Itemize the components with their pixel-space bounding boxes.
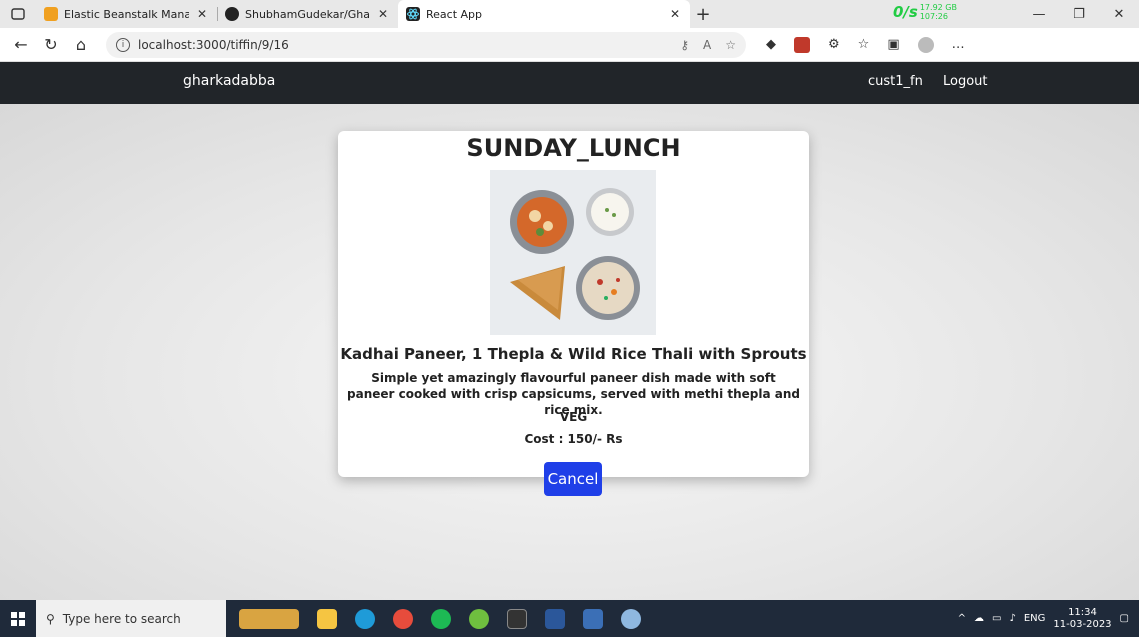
language-indicator[interactable]: ENG (1024, 613, 1046, 624)
close-icon[interactable]: ✕ (195, 7, 209, 21)
word-icon[interactable] (540, 604, 570, 634)
network-icon[interactable]: ☁ (974, 613, 984, 624)
card-title: SUNDAY_LUNCH (466, 134, 681, 162)
volume-icon[interactable]: ♪ (1009, 613, 1015, 624)
url-text: localhost:3000/tiffin/9/16 (138, 37, 289, 52)
aws-icon (44, 7, 58, 21)
clock[interactable]: 11:34 11-03-2023 (1053, 607, 1111, 631)
battery-icon[interactable]: ▭ (992, 613, 1001, 624)
react-icon (406, 7, 420, 21)
logout-link[interactable]: Logout (943, 74, 988, 89)
restore-icon[interactable]: ❐ (1059, 0, 1099, 28)
cancel-button[interactable]: Cancel (544, 462, 602, 496)
profile-icon[interactable] (917, 36, 934, 53)
food-image (490, 170, 656, 335)
snipping-tool-icon[interactable] (578, 604, 608, 634)
extensions-icon[interactable]: ⚙ (828, 37, 840, 52)
search-placeholder: Type here to search (62, 611, 181, 626)
browser-tab-github[interactable]: ShubhamGudekar/Ghar-Ka-Dabl ✕ (217, 0, 398, 28)
windows-icon (11, 611, 25, 626)
plus-icon: + (695, 3, 711, 25)
favorite-icon[interactable]: ☆ (725, 38, 736, 52)
clock-date: 11-03-2023 (1053, 618, 1112, 630)
read-aloud-icon[interactable]: A (703, 38, 711, 52)
taskbar: ⚲ Type here to search ^ ☁ ▭ ♪ ENG 11:34 … (0, 600, 1139, 637)
extension-toolbar: ◆ ⚙ ☆ ▣ … (766, 36, 965, 53)
terminal-icon[interactable] (502, 604, 532, 634)
edge-icon[interactable] (350, 604, 380, 634)
more-icon[interactable]: … (952, 37, 965, 52)
refresh-icon[interactable]: ↻ (36, 30, 66, 60)
key-icon[interactable]: ⚷ (680, 38, 689, 52)
home-icon[interactable]: ⌂ (66, 30, 96, 60)
new-tab-button[interactable]: + (690, 0, 716, 28)
tab-title: ShubhamGudekar/Ghar-Ka-Dabl (245, 7, 370, 21)
url-input[interactable]: i localhost:3000/tiffin/9/16 ⚷ A ☆ (106, 31, 746, 58)
favorites-icon[interactable]: ☆ (858, 37, 870, 52)
vscode-icon[interactable] (464, 604, 494, 634)
extension-icon[interactable] (794, 36, 810, 53)
info-icon[interactable]: i (116, 37, 130, 52)
speed-detail: 17.92 GB (919, 3, 957, 12)
tiffin-card: SUNDAY_LUNCH Kadhai Paneer, 1 Thepla & W… (338, 131, 809, 496)
tab-title: Elastic Beanstalk Management C (64, 7, 189, 21)
window-controls: — ❐ ✕ (1019, 0, 1139, 28)
collections-icon[interactable]: ▣ (887, 37, 899, 52)
dish-cost: Cost : 150/- Rs (524, 432, 623, 446)
main-content: SUNDAY_LUNCH Kadhai Paneer, 1 Thepla & W… (0, 104, 1139, 600)
taskbar-search-input[interactable]: ⚲ Type here to search (36, 600, 226, 637)
search-icon: ⚲ (46, 611, 55, 626)
github-icon (225, 7, 239, 21)
back-icon[interactable]: ← (6, 30, 36, 60)
tab-title: React App (426, 7, 483, 21)
clock-time: 11:34 (1068, 606, 1097, 618)
browser-tab-react[interactable]: React App ✕ (398, 0, 690, 28)
tab-actions-icon (11, 8, 25, 20)
browser-tab-strip: Elastic Beanstalk Management C ✕ Shubham… (0, 0, 1139, 28)
dish-name: Kadhai Paneer, 1 Thepla & Wild Rice Thal… (340, 345, 807, 363)
paint-icon[interactable] (616, 604, 646, 634)
chevron-up-icon[interactable]: ^ (958, 613, 966, 624)
brand-link[interactable]: gharkadabba (183, 73, 275, 89)
chrome-icon[interactable] (388, 604, 418, 634)
speed-label: 0/s (893, 3, 918, 21)
system-tray: ^ ☁ ▭ ♪ ENG 11:34 11-03-2023 ▢ (958, 600, 1139, 637)
network-speed-widget: 0/s 17.92 GB 107:26 (893, 3, 957, 21)
minimize-icon[interactable]: — (1019, 0, 1059, 28)
spotify-icon[interactable] (426, 604, 456, 634)
app-navbar: gharkadabba cust1_fn Logout (0, 62, 1139, 104)
tab-actions-button[interactable] (0, 0, 36, 28)
file-explorer-icon[interactable] (312, 604, 342, 634)
notification-icon[interactable]: ▢ (1120, 613, 1129, 624)
close-icon[interactable]: ✕ (376, 7, 390, 21)
windows-start-button[interactable] (0, 600, 36, 637)
user-link[interactable]: cust1_fn (868, 74, 923, 89)
close-icon[interactable]: ✕ (668, 7, 682, 21)
browser-tab-aws[interactable]: Elastic Beanstalk Management C ✕ (36, 0, 217, 28)
close-window-icon[interactable]: ✕ (1099, 0, 1139, 28)
address-bar: ← ↻ ⌂ i localhost:3000/tiffin/9/16 ⚷ A ☆… (0, 28, 1139, 62)
speed-detail: 107:26 (919, 12, 948, 21)
news-widget[interactable] (234, 604, 304, 634)
dish-type: VEG (559, 410, 588, 424)
extension-icon[interactable]: ◆ (766, 37, 776, 52)
